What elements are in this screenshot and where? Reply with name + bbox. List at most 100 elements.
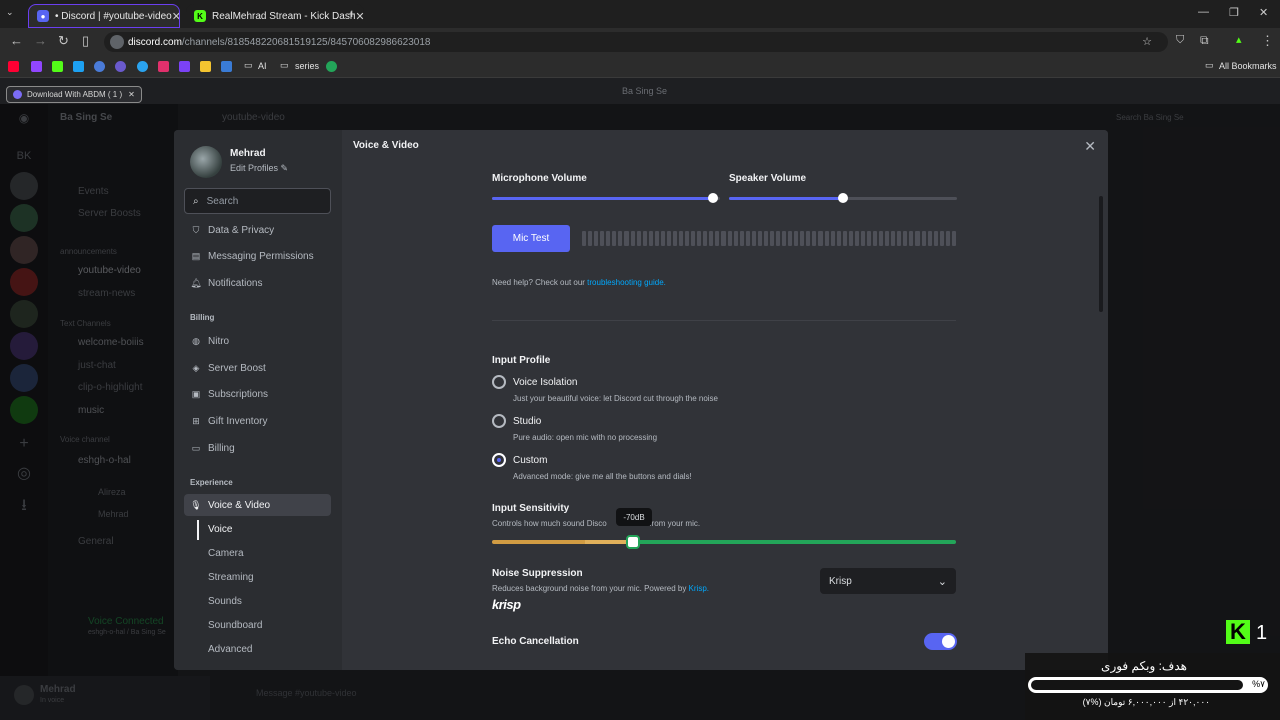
tab-discord[interactable]: ● • Discord | #youtube-video ✕	[28, 4, 180, 28]
noise-suppression-select[interactable]: Krisp ⌄	[820, 568, 956, 594]
krisp-link[interactable]: Krisp.	[689, 584, 709, 593]
sidebar-item-subscriptions[interactable]: ▣ Subscriptions	[184, 383, 331, 405]
bookmark-folder-series[interactable]: series	[295, 61, 319, 71]
tab-search-icon[interactable]: ⌄	[6, 7, 14, 18]
bookmark-icon[interactable]	[115, 61, 126, 72]
edit-profiles-label: Edit Profiles	[230, 163, 279, 173]
reload-icon[interactable]: ↻	[58, 33, 69, 49]
profile-name: Studio	[513, 416, 542, 427]
url-field[interactable]: discord.com/channels/818548220681519125/…	[104, 32, 1168, 52]
input-sensitivity-handle[interactable]	[626, 535, 640, 549]
microphone-icon: 🎙︎	[190, 499, 202, 510]
minimize-icon[interactable]: —	[1198, 6, 1209, 18]
subitem-streaming[interactable]: Streaming	[208, 572, 254, 583]
subitem-advanced[interactable]: Advanced	[208, 644, 252, 655]
settings-search-input[interactable]: ⌕ Search	[184, 188, 331, 214]
meter-bar	[933, 231, 938, 246]
meter-bar	[873, 231, 878, 246]
radio-studio[interactable]	[492, 414, 506, 428]
subitem-voice[interactable]: Voice	[208, 524, 232, 535]
bookmark-icon[interactable]	[179, 61, 190, 72]
back-icon[interactable]: ←	[10, 33, 23, 48]
meter-bar	[951, 231, 956, 246]
avatar	[190, 146, 222, 178]
bookmark-icon[interactable]	[221, 61, 232, 72]
speaker-volume-label: Speaker Volume	[729, 173, 807, 184]
troubleshooting-link[interactable]: troubleshooting guide.	[587, 278, 666, 287]
kick-bookmark-icon[interactable]	[52, 61, 63, 72]
sidebar-item-nitro[interactable]: ◍ Nitro	[184, 330, 331, 352]
all-bookmarks[interactable]: All Bookmarks	[1219, 61, 1277, 71]
youtube-bookmark-icon[interactable]	[8, 61, 19, 72]
bookmark-star-icon[interactable]: ☆	[1142, 35, 1152, 48]
meter-bar	[830, 231, 835, 246]
instagram-bookmark-icon[interactable]	[158, 61, 169, 72]
edit-profiles-link[interactable]: Edit Profiles ✎	[230, 163, 288, 174]
sidebar-item-server-boost[interactable]: ◈ Server Boost	[184, 357, 331, 379]
pencil-icon: ✎	[280, 163, 289, 173]
profile-name: Voice Isolation	[513, 377, 578, 388]
meter-bar	[945, 231, 950, 246]
telegram-bookmark-icon[interactable]	[137, 61, 148, 72]
scrollbar[interactable]	[1099, 196, 1103, 312]
sidebar-item-voice-video[interactable]: 🎙︎ Voice & Video	[184, 494, 331, 516]
sidebar-item-gift-inventory[interactable]: ⊞ Gift Inventory	[184, 410, 331, 432]
twitch-bookmark-icon[interactable]	[31, 61, 42, 72]
echo-cancellation-toggle[interactable]	[924, 633, 957, 650]
active-sub-indicator	[197, 520, 199, 540]
new-tab-icon[interactable]: +	[348, 6, 356, 21]
speaker-volume-handle[interactable]	[838, 193, 848, 203]
meter-bar	[697, 231, 702, 246]
sidebar-item-messaging-permissions[interactable]: ▤ Messaging Permissions	[184, 245, 331, 267]
meter-bar	[800, 231, 805, 246]
subitem-camera[interactable]: Camera	[208, 548, 244, 559]
extensions-icon[interactable]: ⧉	[1200, 33, 1209, 48]
close-icon[interactable]: ✕	[128, 90, 135, 99]
goal-progress-bar: %۷	[1028, 677, 1268, 693]
extension-icon[interactable]: ▴	[1236, 33, 1242, 46]
sidebar-icon[interactable]: ▯	[82, 33, 89, 49]
subitem-soundboard[interactable]: Soundboard	[208, 620, 263, 631]
close-icon[interactable]: ✕	[1084, 138, 1096, 155]
sidebar-item-label: Voice & Video	[208, 499, 271, 511]
meter-bar	[624, 231, 629, 246]
bookmark-folder-ai[interactable]: AI	[258, 61, 267, 71]
meter-bar	[782, 231, 787, 246]
radio-voice-isolation[interactable]	[492, 375, 506, 389]
radio-custom[interactable]	[492, 453, 506, 467]
menu-icon[interactable]: ⋮	[1261, 33, 1274, 49]
sidebar-item-label: Data & Privacy	[208, 224, 275, 236]
shield-icon: ⛉	[192, 224, 200, 235]
subitem-sounds[interactable]: Sounds	[208, 596, 242, 607]
meter-bar	[618, 231, 623, 246]
download-pill[interactable]: Download With ABDM ( 1 ) ✕	[6, 86, 142, 103]
profile-desc: Advanced mode: give me all the buttons a…	[513, 472, 692, 481]
forward-icon[interactable]: →	[34, 33, 47, 48]
mic-volume-handle[interactable]	[708, 193, 719, 203]
experience-header: Experience	[190, 478, 233, 487]
mic-test-button[interactable]: Mic Test	[492, 225, 570, 252]
input-sensitivity-desc: Controls how much sound Disco nits from y…	[492, 519, 700, 528]
sidebar-item-billing[interactable]: ▭ Billing	[184, 437, 331, 459]
bookmark-icon[interactable]	[94, 61, 105, 72]
meter-bar	[751, 231, 756, 246]
close-tab-icon[interactable]: ✕	[355, 10, 364, 23]
noise-suppression-label: Noise Suppression	[492, 568, 583, 579]
meter-bar	[703, 231, 708, 246]
close-window-icon[interactable]: ✕	[1259, 6, 1268, 19]
chat-icon: ▤	[191, 250, 201, 261]
discord-favicon-icon: ●	[37, 10, 49, 22]
meter-bar	[806, 231, 811, 246]
tab-kick[interactable]: K RealMehrad Stream - Kick Dash ✕	[186, 4, 364, 28]
sidebar-item-notifications[interactable]: 🔔︎ Notifications	[184, 272, 331, 294]
site-info-icon[interactable]	[110, 35, 124, 49]
restore-icon[interactable]: ❐	[1229, 6, 1239, 19]
bookmark-icon[interactable]	[326, 61, 337, 72]
input-sensitivity-slider[interactable]	[492, 540, 956, 544]
profile-desc: Pure audio: open mic with no processing	[513, 433, 658, 442]
sidebar-item-data-privacy[interactable]: ⛉ Data & Privacy	[184, 219, 331, 241]
bookmark-icon[interactable]	[73, 61, 84, 72]
shield-icon[interactable]: ⛉	[1176, 34, 1184, 47]
close-tab-icon[interactable]: ✕	[172, 10, 179, 23]
bookmark-icon[interactable]	[200, 61, 211, 72]
